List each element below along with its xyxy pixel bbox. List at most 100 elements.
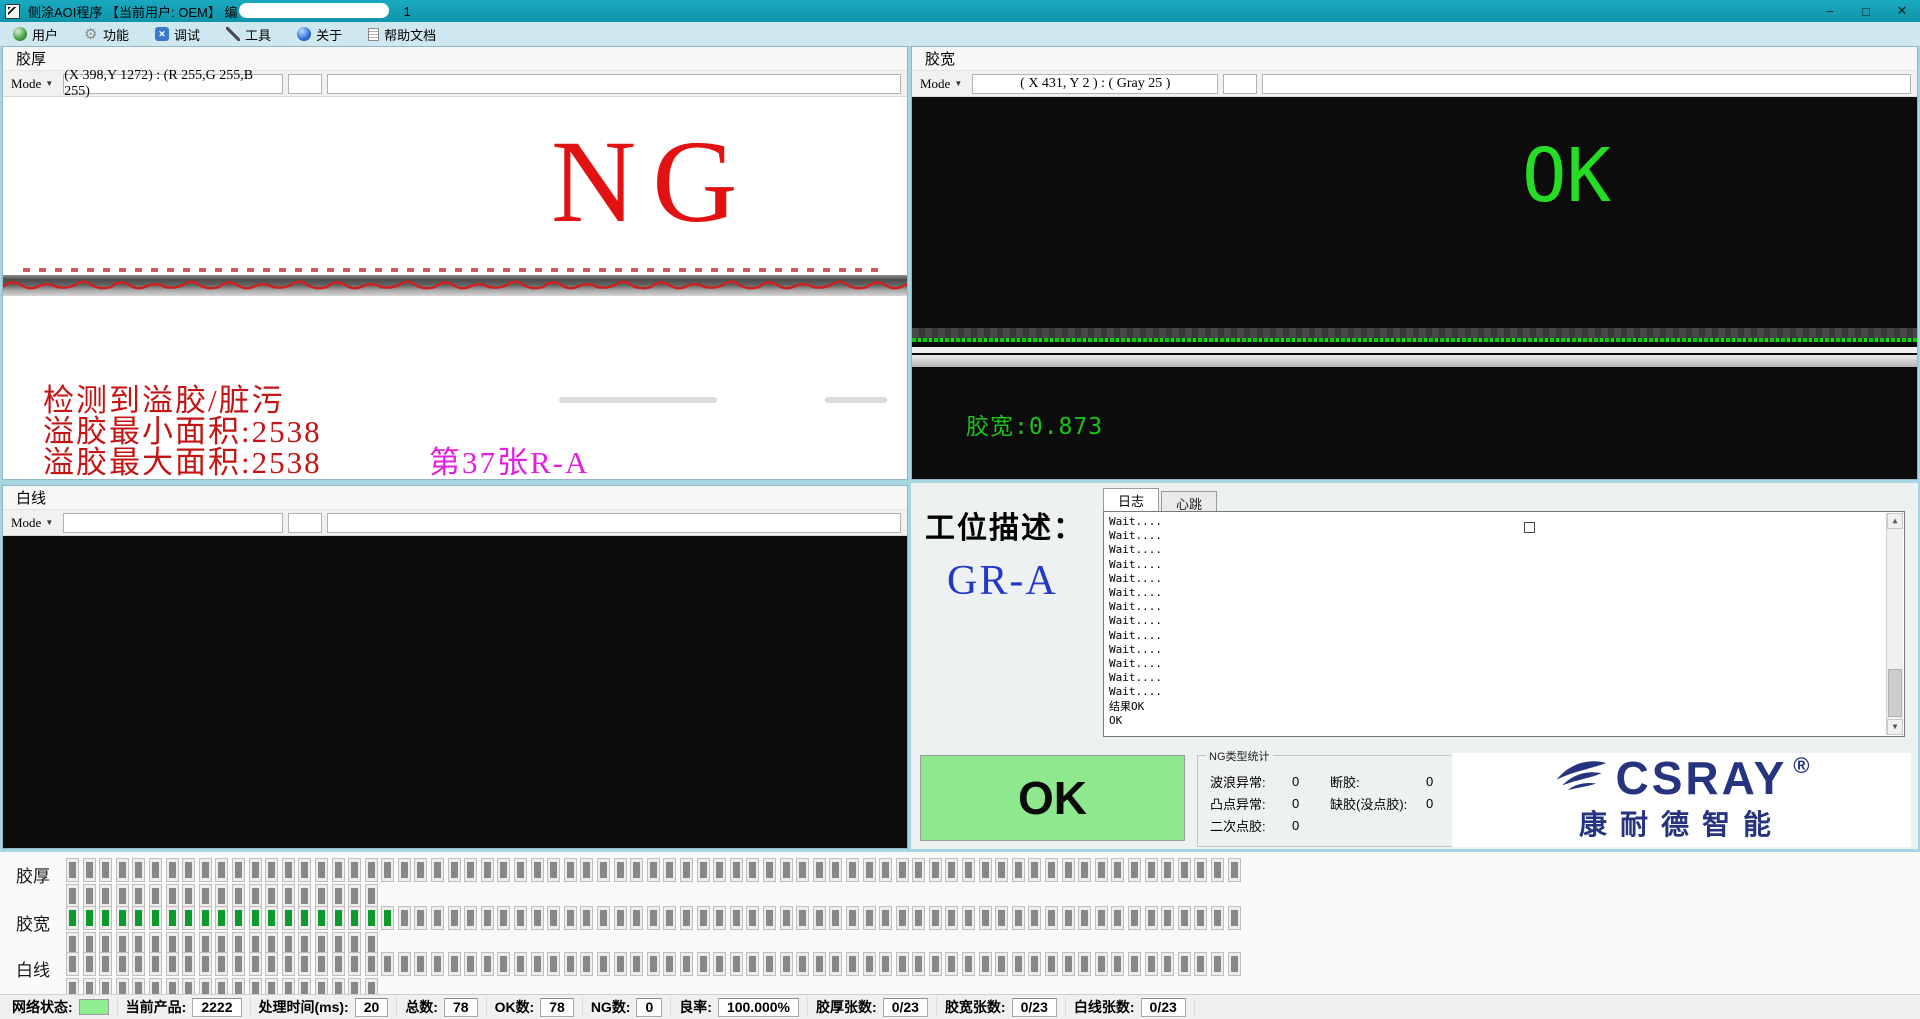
progress-cell (1095, 906, 1108, 930)
menu-item-about[interactable]: 关于 (284, 22, 355, 46)
log-line: Wait.... (1109, 643, 1899, 657)
toolbar-field-small[interactable] (288, 74, 322, 94)
progress-cell-empty (1048, 862, 1055, 878)
progress-cell (647, 952, 660, 976)
toolbar-field-wide[interactable] (327, 513, 901, 533)
redaction-stroke (559, 397, 717, 403)
panel-toolbar: Mode ▼ ( X 431, Y 2 ) : ( Gray 25 ) (912, 71, 1917, 97)
progress-cell-empty (119, 888, 126, 904)
progress-cell-empty (1148, 862, 1155, 878)
toolbar-field-small[interactable] (288, 513, 322, 533)
progress-cell (215, 952, 228, 976)
mode-dropdown[interactable]: Mode ▼ (915, 75, 967, 93)
white-line-image[interactable] (3, 536, 907, 848)
status-value: 0 (636, 998, 662, 1017)
tab-heartbeat[interactable]: 心跳 (1161, 491, 1217, 511)
progress-cell-empty (169, 936, 176, 952)
progress-cell (929, 952, 942, 976)
progress-cell (597, 858, 610, 882)
status-label: 当前产品: (126, 997, 187, 1017)
progress-cell (763, 858, 776, 882)
glue-width-image[interactable]: OK 胶宽:0.873 (912, 97, 1917, 479)
glue-width-measurement: 胶宽:0.873 (966, 407, 1103, 441)
progress-cell (381, 858, 394, 882)
progress-cell-empty (1164, 956, 1171, 972)
progress-cell (580, 906, 593, 930)
progress-cell-empty (185, 956, 192, 972)
progress-cell-empty (600, 862, 607, 878)
overall-result-indicator[interactable]: OK (920, 755, 1185, 841)
glue-thickness-image[interactable]: NG 检测到溢胶/脏污 溢胶最小面积:2538 溢胶最大面积:2538 第37张… (3, 97, 907, 479)
maximize-button[interactable]: □ (1848, 0, 1884, 22)
progress-cell (564, 952, 577, 976)
progress-cell-empty (152, 888, 159, 904)
mode-dropdown[interactable]: Mode ▼ (6, 75, 58, 93)
menu-item-tools[interactable]: 工具 (213, 22, 284, 46)
progress-cell (1128, 858, 1141, 882)
progress-cell-filled (318, 910, 325, 926)
progress-cell-empty (932, 862, 939, 878)
panel-glue-width: 胶宽 Mode ▼ ( X 431, Y 2 ) : ( Gray 25 ) O… (911, 46, 1918, 480)
progress-cell (431, 858, 444, 882)
log-scrollbar[interactable]: ▲ ▼ (1886, 513, 1903, 735)
scroll-down-icon[interactable]: ▼ (1887, 719, 1903, 735)
progress-cell (663, 906, 676, 930)
progress-cell (249, 906, 262, 930)
progress-cell-empty (119, 862, 126, 878)
log-checkbox[interactable] (1524, 522, 1535, 533)
progress-cell-empty (600, 956, 607, 972)
progress-cell-empty (185, 862, 192, 878)
toolbar-field-wide[interactable] (1262, 74, 1911, 94)
progress-cell-empty (1164, 910, 1171, 926)
progress-cell-empty (285, 956, 292, 972)
progress-cell (381, 952, 394, 976)
menu-item-user[interactable]: 用户 (0, 22, 71, 46)
progress-cell (1045, 906, 1058, 930)
progress-cell-empty (102, 936, 109, 952)
progress-cell-empty (965, 956, 972, 972)
menu-label: 关于 (316, 25, 342, 44)
progress-cell-empty (1131, 956, 1138, 972)
progress-cell (282, 906, 295, 930)
mode-dropdown[interactable]: Mode ▼ (6, 514, 58, 532)
progress-cell-filled (202, 910, 209, 926)
progress-cell (232, 952, 245, 976)
toolbar-field-wide[interactable] (327, 74, 901, 94)
menu-item-functions[interactable]: 功能 (71, 22, 142, 46)
progress-cell-empty (965, 862, 972, 878)
progress-cell (149, 906, 162, 930)
progress-cell (332, 858, 345, 882)
redaction-stroke (825, 397, 887, 403)
progress-cell-filled (384, 910, 391, 926)
progress-cell (249, 952, 262, 976)
progress-cell (730, 952, 743, 976)
log-body[interactable]: Wait....Wait....Wait....Wait....Wait....… (1103, 511, 1905, 737)
progress-cell-filled (301, 910, 308, 926)
menu-label: 功能 (103, 25, 129, 44)
progress-cell (1128, 906, 1141, 930)
tab-log[interactable]: 日志 (1103, 488, 1159, 511)
minimize-button[interactable]: − (1812, 0, 1848, 22)
progress-cell (1211, 858, 1224, 882)
scroll-up-icon[interactable]: ▲ (1887, 513, 1903, 529)
progress-cell (962, 858, 975, 882)
progress-cell-empty (202, 956, 209, 972)
progress-cell-empty (401, 862, 408, 878)
progress-cell-empty (998, 910, 1005, 926)
menu-item-debug[interactable]: 调试 (142, 22, 213, 46)
toolbar-field-small[interactable] (1223, 74, 1257, 94)
progress-cell (1178, 858, 1191, 882)
progress-cell (995, 906, 1008, 930)
stat-value: 0 (1426, 796, 1433, 811)
progress-cell-empty (617, 910, 624, 926)
window-controls: − □ ✕ (1812, 0, 1920, 22)
menu-item-help[interactable]: 帮助文档 (355, 22, 449, 46)
progress-cell-empty (1131, 910, 1138, 926)
progress-cell (896, 858, 909, 882)
progress-cell (863, 906, 876, 930)
close-button[interactable]: ✕ (1884, 0, 1920, 22)
progress-cell-empty (451, 862, 458, 878)
progress-cell-empty (982, 910, 989, 926)
progress-cell (1078, 906, 1091, 930)
scrollbar-thumb[interactable] (1888, 669, 1902, 717)
